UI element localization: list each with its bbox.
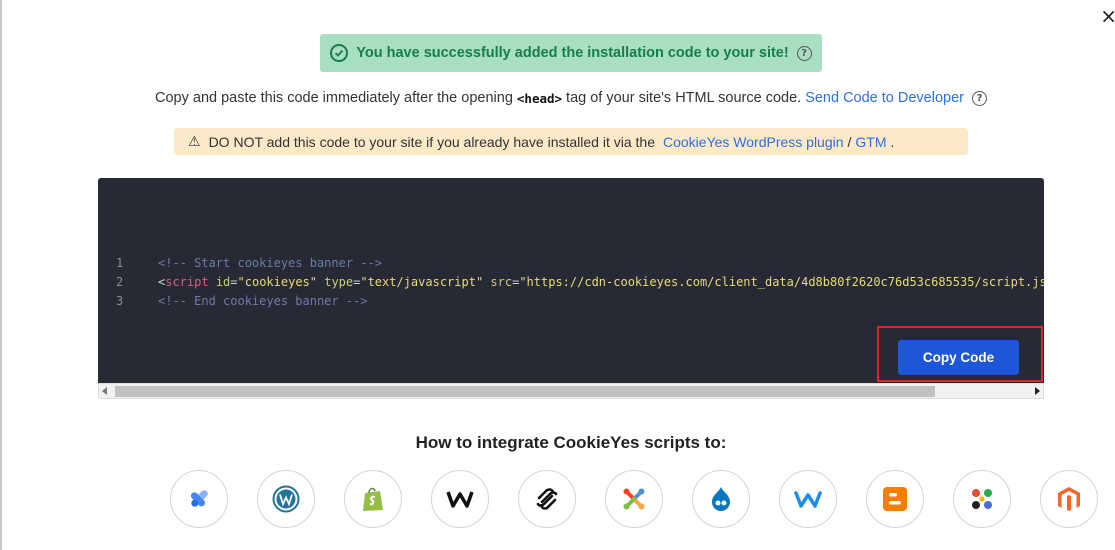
warning-banner: ⚠ DO NOT add this code to your site if y… <box>174 128 968 155</box>
code-horizontal-scrollbar[interactable] <box>98 383 1044 399</box>
odoo-icon <box>972 489 992 509</box>
code-attr: type <box>317 275 354 289</box>
warning-text: DO NOT add this code to your site if you… <box>208 133 655 150</box>
help-icon[interactable]: ? <box>972 90 987 106</box>
head-tag: <head> <box>516 90 563 106</box>
squarespace-button[interactable] <box>518 470 576 528</box>
scrollbar-thumb[interactable] <box>115 386 935 397</box>
gtm-link[interactable]: GTM <box>855 134 886 150</box>
line-number: 2 <box>116 275 124 289</box>
shopify-button[interactable] <box>344 470 402 528</box>
joomla-button[interactable] <box>605 470 663 528</box>
help-icon[interactable]: ? <box>796 45 812 61</box>
wix-button[interactable] <box>431 470 489 528</box>
code-punct: < <box>158 275 166 289</box>
code-line: 2 < script id = "cookieyes" type = "text/java… <box>98 273 1044 292</box>
code-punct: = <box>353 275 361 289</box>
code-string: "text/javascript" <box>360 275 484 289</box>
instructions-text-after: tag of your site's HTML source code. <box>566 90 802 106</box>
code-string: "cookieyes" <box>237 275 317 289</box>
weebly-button[interactable] <box>779 470 837 528</box>
joomla-icon <box>623 488 645 510</box>
magento-button[interactable] <box>1040 470 1098 528</box>
blogger-button[interactable] <box>866 470 924 528</box>
scroll-left-arrow-icon[interactable] <box>102 387 107 395</box>
code-attr: id <box>208 275 231 289</box>
code-punct: = <box>512 275 520 289</box>
integration-platforms <box>170 470 1098 528</box>
window-edge <box>0 0 2 550</box>
close-icon[interactable]: × <box>1100 4 1115 28</box>
code-comment: <!-- Start cookieyes banner --> <box>158 256 382 270</box>
code-line: 3 <!-- End cookieyes banner --> <box>98 292 1044 311</box>
code-line: 1 <!-- Start cookieyes banner --> <box>98 254 1044 273</box>
line-number: 3 <box>116 294 124 308</box>
wordpress-icon <box>272 485 300 513</box>
shopify-icon <box>363 487 383 511</box>
warning-separator: / <box>847 133 852 150</box>
copy-code-button[interactable]: Copy Code <box>898 340 1019 375</box>
instructions-text-before: Copy and paste this code immediately aft… <box>155 90 513 106</box>
warning-end: . <box>890 133 895 150</box>
squarespace-icon <box>536 488 558 510</box>
code-comment: <!-- End cookieyes banner --> <box>158 294 368 308</box>
magento-icon <box>1058 487 1080 511</box>
success-message: You have successfully added the installa… <box>356 45 789 61</box>
drupal-icon <box>712 487 730 511</box>
code-tag: script <box>165 275 209 289</box>
check-circle-icon <box>330 44 349 62</box>
warning-icon: ⚠ <box>188 133 201 150</box>
cookieyes-wordpress-plugin-link[interactable]: CookieYes WordPress plugin <box>663 134 844 150</box>
scroll-right-arrow-icon[interactable] <box>1035 387 1040 395</box>
code-punct: = <box>230 275 238 289</box>
integrate-title: How to integrate CookieYes scripts to: <box>415 433 727 452</box>
code-string: "https://cdn-cookieyes.com/client_data/4… <box>519 275 1044 289</box>
blogger-icon <box>883 487 907 511</box>
weebly-icon <box>794 491 822 508</box>
line-number: 1 <box>116 256 124 270</box>
google-tag-manager-button[interactable] <box>170 470 228 528</box>
wix-icon <box>446 491 474 508</box>
install-instructions: Copy and paste this code immediately aft… <box>0 90 1115 106</box>
odoo-button[interactable] <box>953 470 1011 528</box>
code-attr: src <box>483 275 513 289</box>
wordpress-button[interactable] <box>257 470 315 528</box>
drupal-button[interactable] <box>692 470 750 528</box>
google-tag-manager-icon <box>190 490 208 507</box>
send-code-to-developer-link[interactable]: Send Code to Developer <box>805 90 964 106</box>
success-banner: You have successfully added the installa… <box>320 34 822 72</box>
